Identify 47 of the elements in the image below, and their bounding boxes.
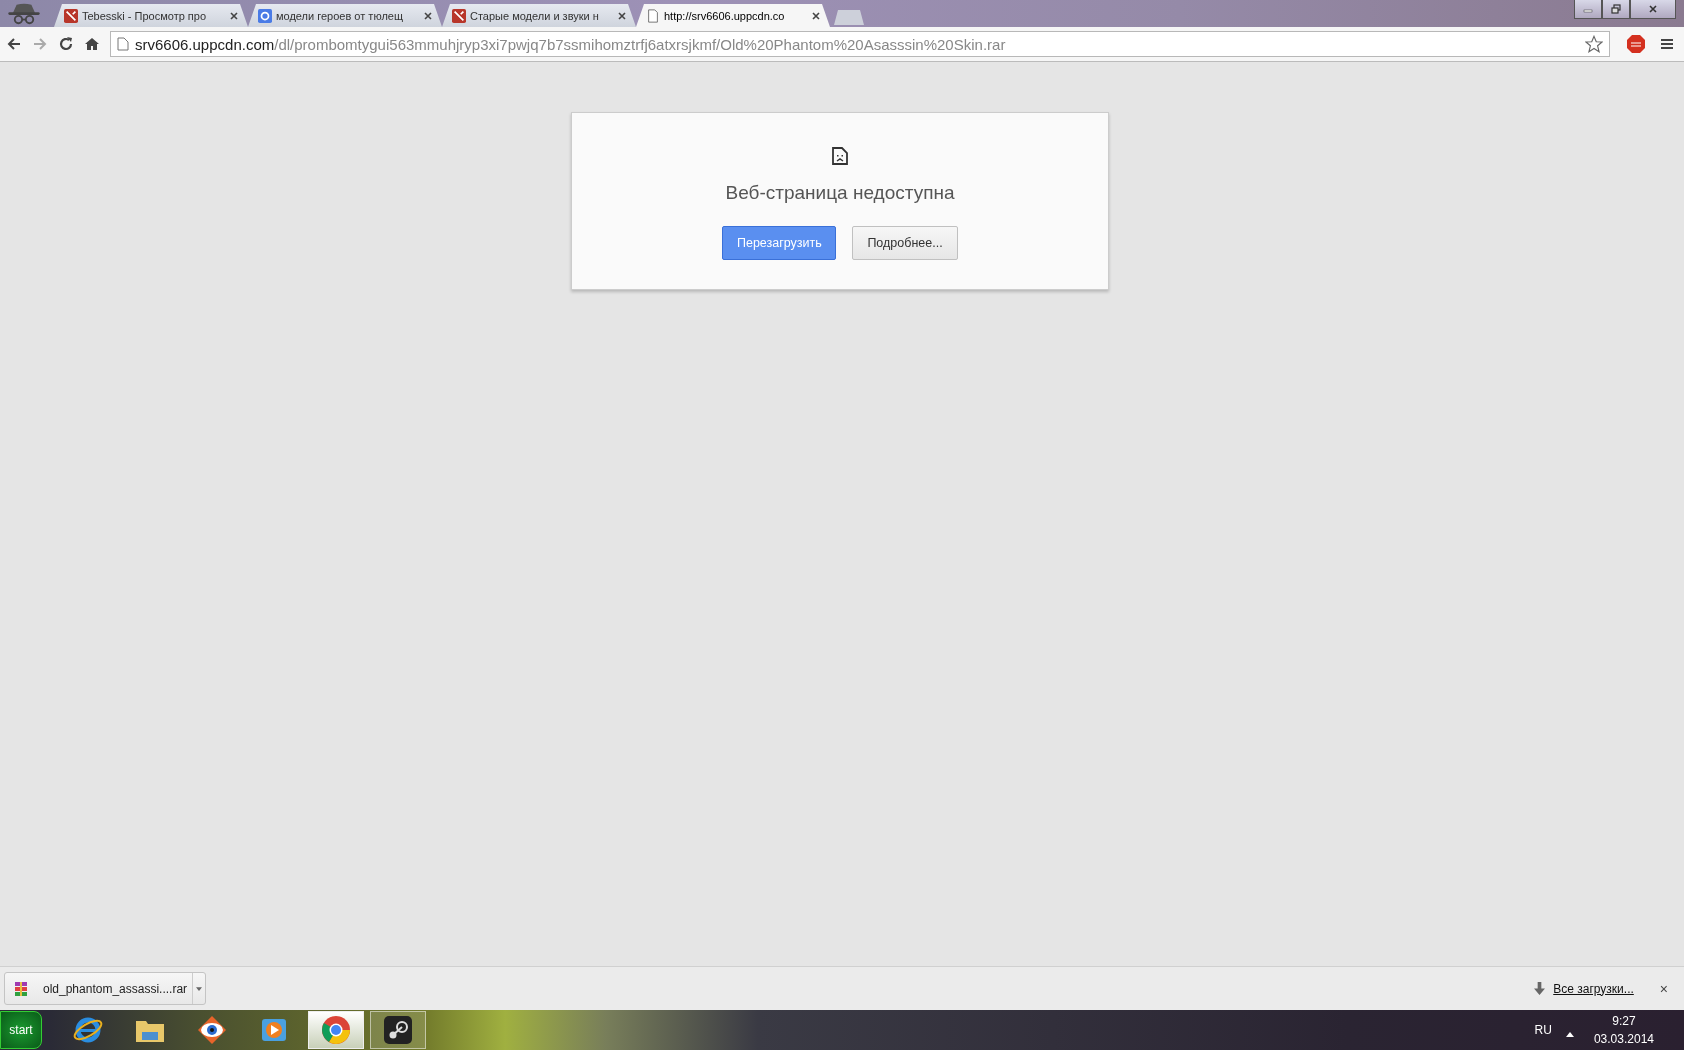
close-icon[interactable] [230,11,238,20]
sad-page-icon [832,146,848,166]
language-indicator[interactable]: RU [1534,1023,1552,1037]
caret-icon [196,986,202,991]
dropdown-button[interactable] [192,973,205,1004]
reload-icon[interactable] [58,36,74,52]
address-bar[interactable]: srv6606.uppcdn.com/dl/prombomtygui563mmuhjryp3xi7pwjq7b7ssmihomztrfj6atxrsjkmf/Old%20Phantom%20Asasssin%20Skin.rar [110,31,1610,57]
start-button[interactable]: start [0,1011,42,1049]
browser-tab[interactable]: Tebesski - Просмотр про [54,4,248,27]
details-button[interactable]: Подробнее... [852,226,958,260]
download-arrow-icon [1534,982,1546,995]
browser-tab[interactable]: модели героев от тюлещ [248,4,442,27]
back-arrow-icon[interactable] [6,36,22,52]
tab-title: модели героев от тюлещ [276,9,404,22]
browser-tab[interactable]: Старые модели и звуки н [442,4,636,27]
all-downloads-link[interactable]: Все загрузки... [1553,981,1634,996]
page-icon [117,37,129,51]
tab-title: Tebesski - Просмотр про [82,9,208,22]
home-icon[interactable] [84,36,100,52]
tab-title: Старые модели и звуки н [470,9,600,22]
restore-button[interactable] [1602,0,1630,19]
close-icon[interactable] [618,11,626,20]
restore-icon [1611,4,1621,14]
emblem-icon [64,8,78,23]
url-text: srv6606.uppcdn.com/dl/prombomtygui563mmuhjryp3xi7pwjq7b7ssmihomztrfj6atxrsjkmf/Old%20Phantom%20Asasssin%20Skin.rar [135,35,1007,53]
emblem-icon [452,8,466,23]
close-icon[interactable] [424,11,432,20]
file-name: old_phantom_assassi....rar [43,981,189,996]
archive-icon [13,980,29,997]
close-button[interactable]: × [1659,980,1668,997]
close-button[interactable] [1630,0,1676,19]
page-icon [646,8,660,23]
star-icon[interactable] [1585,35,1603,53]
close-icon[interactable] [812,11,820,20]
round-logo-icon [320,1014,352,1046]
download-item[interactable]: old_phantom_assassi....rar [4,972,206,1005]
clock-time: 9:27 [1612,1014,1636,1028]
tab-title: http://srv6606.uppcdn.co [664,9,786,22]
stop-sign-icon[interactable] [1626,34,1646,54]
caret-icon[interactable] [1565,1031,1574,1037]
minimize-button[interactable] [1574,0,1602,19]
browser-tab[interactable]: http://srv6606.uppcdn.co [636,4,830,27]
eye-icon [196,1014,228,1046]
error-heading: Веб-страница недоступна [725,182,955,204]
clock-date: 03.03.2014 [1593,1032,1654,1046]
menu-icon[interactable] [1660,37,1674,51]
close-icon [1648,4,1658,14]
